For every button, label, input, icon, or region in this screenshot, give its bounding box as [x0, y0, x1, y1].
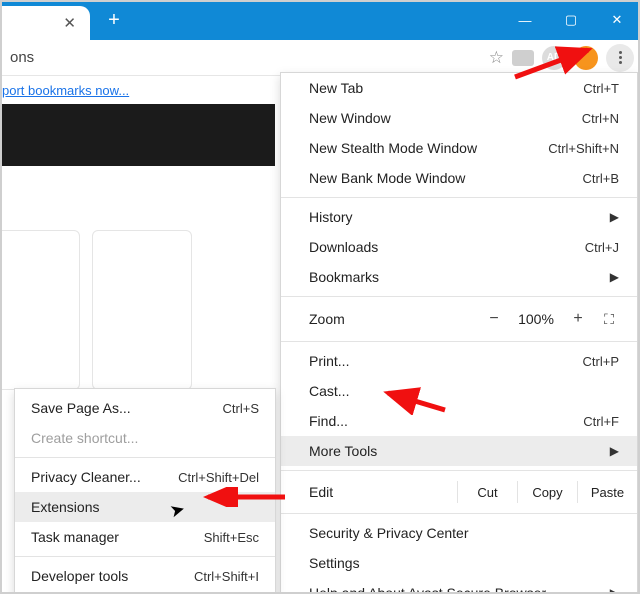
menu-separator: [281, 513, 637, 514]
submenu-create-shortcut: Create shortcut...: [15, 423, 275, 453]
menu-separator: [281, 197, 637, 198]
zoom-in-button[interactable]: +: [561, 310, 595, 328]
menu-history[interactable]: History▶: [281, 202, 637, 232]
address-bar: ons ☆ AD: [0, 40, 640, 76]
close-window-button[interactable]: ✕: [594, 0, 640, 40]
menu-new-stealth[interactable]: New Stealth Mode WindowCtrl+Shift+N: [281, 133, 637, 163]
menu-help[interactable]: Help and About Avast Secure Browser▶: [281, 578, 637, 594]
card: [92, 230, 192, 390]
menu-edit: Edit Cut Copy Paste: [281, 475, 637, 509]
url-field[interactable]: ons: [6, 49, 489, 66]
submenu-task-manager[interactable]: Task managerShift+Esc: [15, 522, 275, 552]
menu-settings[interactable]: Settings: [281, 548, 637, 578]
page-cards: [0, 230, 192, 390]
menu-security[interactable]: Security & Privacy Center: [281, 518, 637, 548]
chevron-right-icon: ▶: [610, 270, 619, 284]
zoom-percent: 100%: [511, 311, 561, 327]
menu-cast[interactable]: Cast...: [281, 376, 637, 406]
menu-bookmarks[interactable]: Bookmarks▶: [281, 262, 637, 292]
more-tools-submenu: Save Page As...Ctrl+S Create shortcut...…: [14, 388, 276, 594]
edit-cut-button[interactable]: Cut: [457, 481, 517, 503]
adblock-icon[interactable]: AD: [542, 46, 566, 70]
chevron-right-icon: ▶: [610, 586, 619, 594]
main-menu-button[interactable]: [606, 44, 634, 72]
menu-separator: [281, 341, 637, 342]
avast-icon[interactable]: [574, 46, 598, 70]
import-bookmarks-link[interactable]: port bookmarks now...: [2, 83, 129, 98]
edit-label: Edit: [309, 484, 457, 500]
menu-new-bank[interactable]: New Bank Mode WindowCtrl+B: [281, 163, 637, 193]
submenu-save-page[interactable]: Save Page As...Ctrl+S: [15, 393, 275, 423]
menu-new-window[interactable]: New WindowCtrl+N: [281, 103, 637, 133]
menu-zoom: Zoom − 100% + ⛶: [281, 301, 637, 337]
edit-paste-button[interactable]: Paste: [577, 481, 637, 503]
main-menu: New TabCtrl+T New WindowCtrl+N New Steal…: [280, 72, 638, 594]
maximize-button[interactable]: ▢: [548, 0, 594, 40]
submenu-privacy-cleaner[interactable]: Privacy Cleaner...Ctrl+Shift+Del: [15, 462, 275, 492]
close-tab-icon[interactable]: ✕: [63, 14, 76, 32]
page-header-band: [0, 104, 275, 166]
menu-separator: [281, 470, 637, 471]
minimize-button[interactable]: —: [502, 0, 548, 40]
chevron-right-icon: ▶: [610, 210, 619, 224]
window-titlebar: ✕ + — ▢ ✕: [0, 0, 640, 40]
menu-separator: [15, 556, 275, 557]
submenu-extensions[interactable]: Extensions: [15, 492, 275, 522]
menu-more-tools[interactable]: More Tools▶: [281, 436, 637, 466]
menu-separator: [281, 296, 637, 297]
menu-find[interactable]: Find...Ctrl+F: [281, 406, 637, 436]
edit-copy-button[interactable]: Copy: [517, 481, 577, 503]
menu-separator: [15, 457, 275, 458]
camera-icon[interactable]: [512, 50, 534, 66]
zoom-out-button[interactable]: −: [477, 310, 511, 328]
bookmark-star-icon[interactable]: ☆: [489, 48, 504, 68]
new-tab-button[interactable]: +: [100, 6, 128, 34]
fullscreen-icon[interactable]: ⛶: [595, 311, 623, 328]
zoom-label: Zoom: [309, 311, 477, 327]
menu-downloads[interactable]: DownloadsCtrl+J: [281, 232, 637, 262]
submenu-developer-tools[interactable]: Developer toolsCtrl+Shift+I: [15, 561, 275, 591]
menu-new-tab[interactable]: New TabCtrl+T: [281, 73, 637, 103]
menu-print[interactable]: Print...Ctrl+P: [281, 346, 637, 376]
card: [0, 230, 80, 390]
chevron-right-icon: ▶: [610, 444, 619, 458]
browser-tab[interactable]: ✕: [0, 6, 90, 40]
